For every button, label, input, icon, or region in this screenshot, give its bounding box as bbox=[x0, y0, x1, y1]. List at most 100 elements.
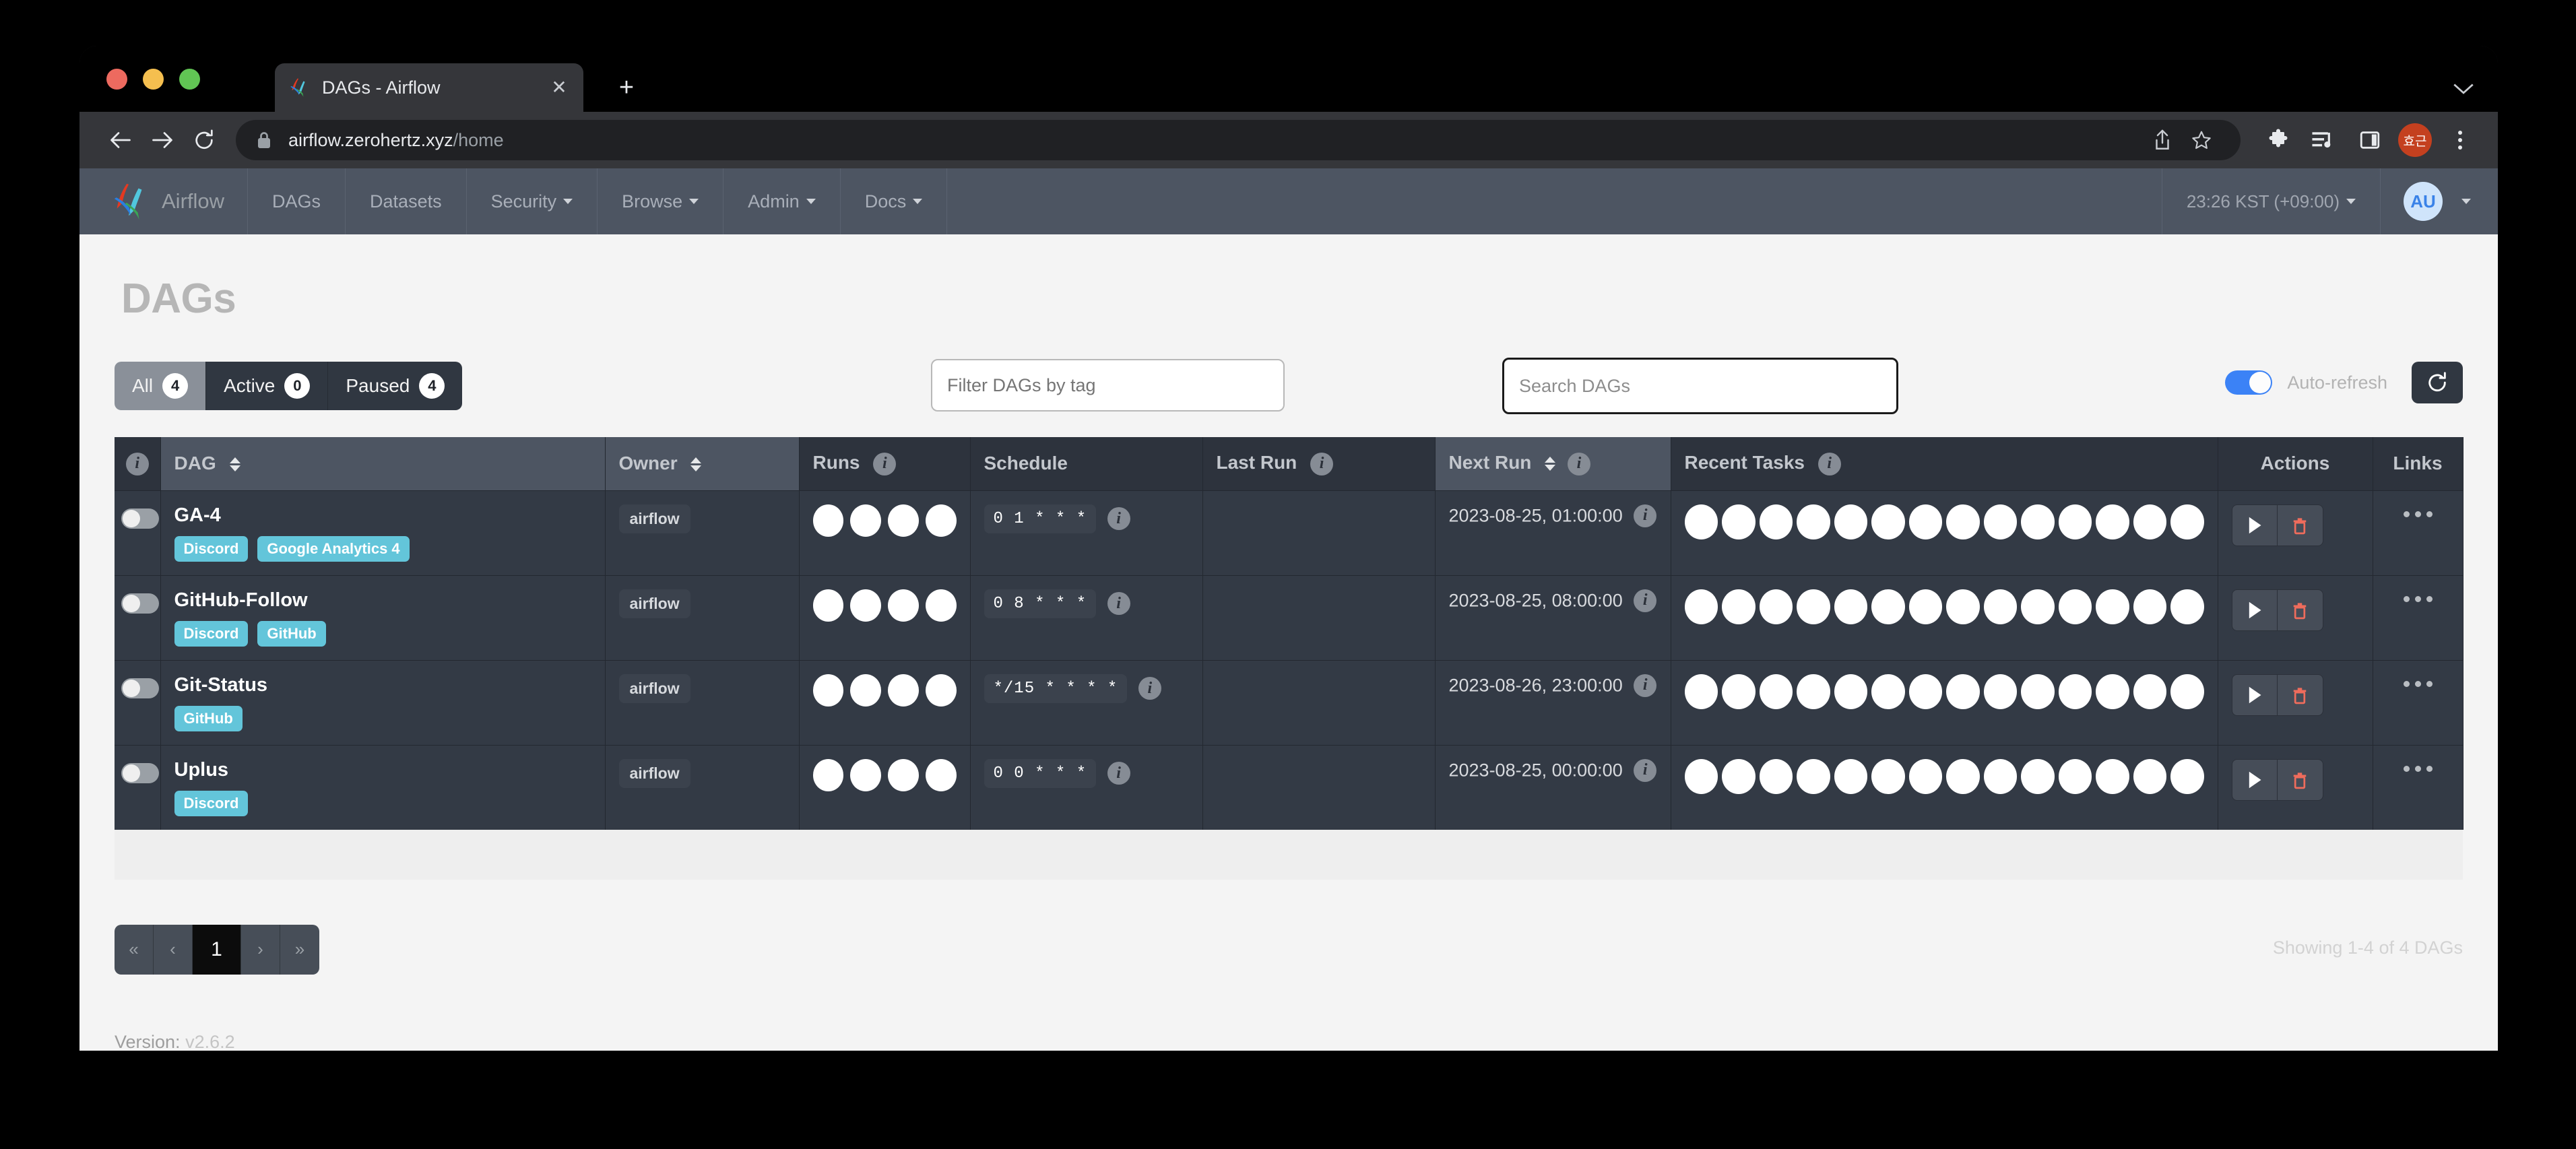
task-status-circle[interactable] bbox=[2058, 504, 2092, 539]
task-status-circle[interactable] bbox=[2096, 589, 2129, 624]
page-first-button[interactable]: « bbox=[115, 924, 154, 975]
page-next-button[interactable]: › bbox=[241, 924, 280, 975]
task-status-circle[interactable] bbox=[1871, 504, 1905, 539]
task-status-circle[interactable] bbox=[1684, 589, 1718, 624]
run-status-circle[interactable] bbox=[925, 758, 957, 791]
task-status-circle[interactable] bbox=[2021, 504, 2055, 539]
run-status-circle[interactable] bbox=[850, 674, 881, 707]
delete-dag-button[interactable] bbox=[2277, 674, 2323, 716]
dag-name-link[interactable]: GA-4 bbox=[174, 504, 591, 527]
task-status-circle[interactable] bbox=[1983, 589, 2017, 624]
side-panel-icon[interactable] bbox=[2352, 123, 2387, 158]
run-status-circle[interactable] bbox=[812, 758, 844, 791]
task-status-circle[interactable] bbox=[1797, 504, 1830, 539]
task-status-circle[interactable] bbox=[1684, 758, 1718, 794]
task-status-circle[interactable] bbox=[1983, 758, 2017, 794]
autorefresh-toggle[interactable] bbox=[2225, 370, 2273, 395]
run-status-circle[interactable] bbox=[888, 504, 919, 537]
minimize-window-button[interactable] bbox=[143, 69, 164, 90]
info-icon[interactable]: i bbox=[1107, 592, 1130, 616]
dag-tag[interactable]: Discord bbox=[174, 620, 249, 647]
filter-all-button[interactable]: All 4 bbox=[115, 362, 207, 410]
run-status-circle[interactable] bbox=[812, 674, 844, 707]
task-status-circle[interactable] bbox=[1946, 758, 1980, 794]
page-prev-button[interactable]: ‹ bbox=[154, 924, 193, 975]
info-icon[interactable]: i bbox=[1634, 674, 1657, 697]
trigger-dag-button[interactable] bbox=[2231, 758, 2278, 801]
forward-button[interactable] bbox=[141, 119, 183, 161]
dag-name-link[interactable]: Uplus bbox=[174, 759, 591, 781]
media-playlist-icon[interactable] bbox=[2307, 123, 2342, 158]
info-icon[interactable]: i bbox=[1138, 677, 1161, 700]
task-status-circle[interactable] bbox=[1871, 758, 1905, 794]
info-icon[interactable]: i bbox=[1634, 504, 1657, 527]
task-status-circle[interactable] bbox=[1983, 504, 2017, 539]
task-status-circle[interactable] bbox=[2170, 589, 2204, 624]
refresh-button[interactable] bbox=[2412, 362, 2463, 403]
trigger-dag-button[interactable] bbox=[2231, 589, 2278, 631]
task-status-circle[interactable] bbox=[1722, 758, 1756, 794]
nav-item-admin[interactable]: Admin bbox=[723, 168, 841, 234]
task-status-circle[interactable] bbox=[2133, 504, 2166, 539]
info-icon[interactable]: i bbox=[1567, 452, 1590, 475]
task-status-circle[interactable] bbox=[1908, 504, 1942, 539]
header-owner[interactable]: Owner bbox=[605, 437, 800, 491]
dag-name-link[interactable]: GitHub-Follow bbox=[174, 589, 591, 612]
task-status-circle[interactable] bbox=[1759, 674, 1793, 709]
page-current-button[interactable]: 1 bbox=[193, 924, 241, 975]
dag-pause-toggle[interactable] bbox=[121, 762, 159, 783]
task-status-circle[interactable] bbox=[1722, 674, 1756, 709]
nav-item-security[interactable]: Security bbox=[467, 168, 598, 234]
browser-profile-avatar[interactable]: 효근 bbox=[2398, 123, 2432, 157]
task-status-circle[interactable] bbox=[1871, 589, 1905, 624]
dag-pause-toggle[interactable] bbox=[121, 593, 159, 614]
new-tab-button[interactable]: + bbox=[612, 73, 641, 102]
back-button[interactable] bbox=[100, 119, 141, 161]
sort-icon[interactable] bbox=[1545, 457, 1556, 471]
run-status-circle[interactable] bbox=[888, 758, 919, 791]
run-status-circle[interactable] bbox=[812, 504, 844, 537]
info-icon[interactable]: i bbox=[1817, 452, 1841, 475]
nav-item-dags[interactable]: DAGs bbox=[248, 168, 346, 234]
extensions-puzzle-icon[interactable] bbox=[2261, 123, 2296, 158]
user-menu[interactable]: AU bbox=[2380, 168, 2498, 234]
nav-item-datasets[interactable]: Datasets bbox=[346, 168, 467, 234]
run-status-circle[interactable] bbox=[925, 504, 957, 537]
dag-tag[interactable]: GitHub bbox=[257, 620, 326, 647]
run-status-circle[interactable] bbox=[812, 589, 844, 622]
close-window-button[interactable] bbox=[106, 69, 127, 90]
task-status-circle[interactable] bbox=[1946, 674, 1980, 709]
browser-menu-button[interactable] bbox=[2443, 123, 2478, 158]
task-status-circle[interactable] bbox=[1946, 589, 1980, 624]
task-status-circle[interactable] bbox=[1908, 758, 1942, 794]
task-status-circle[interactable] bbox=[2133, 589, 2166, 624]
owner-badge[interactable]: airflow bbox=[618, 758, 690, 788]
run-status-circle[interactable] bbox=[925, 674, 957, 707]
reload-button[interactable] bbox=[183, 119, 225, 161]
task-status-circle[interactable] bbox=[1722, 589, 1756, 624]
task-status-circle[interactable] bbox=[1759, 589, 1793, 624]
task-status-circle[interactable] bbox=[1871, 674, 1905, 709]
info-icon[interactable]: i bbox=[125, 452, 149, 475]
close-icon[interactable]: ✕ bbox=[547, 75, 571, 100]
info-icon[interactable]: i bbox=[873, 452, 897, 475]
task-status-circle[interactable] bbox=[1797, 758, 1830, 794]
task-status-circle[interactable] bbox=[2096, 758, 2129, 794]
filter-paused-button[interactable]: Paused 4 bbox=[328, 362, 463, 410]
page-last-button[interactable]: » bbox=[280, 924, 319, 975]
address-bar[interactable]: airflow.zerohertz.xyz/home bbox=[236, 120, 2241, 160]
links-more-icon[interactable] bbox=[2387, 504, 2449, 517]
dag-name-link[interactable]: Git-Status bbox=[174, 674, 591, 696]
task-status-circle[interactable] bbox=[1797, 589, 1830, 624]
task-status-circle[interactable] bbox=[2133, 758, 2166, 794]
trigger-dag-button[interactable] bbox=[2231, 504, 2278, 546]
task-status-circle[interactable] bbox=[2096, 674, 2129, 709]
links-more-icon[interactable] bbox=[2387, 674, 2449, 687]
task-status-circle[interactable] bbox=[2170, 758, 2204, 794]
task-status-circle[interactable] bbox=[1908, 589, 1942, 624]
delete-dag-button[interactable] bbox=[2277, 758, 2323, 801]
task-status-circle[interactable] bbox=[1983, 674, 2017, 709]
task-status-circle[interactable] bbox=[1834, 504, 1867, 539]
task-status-circle[interactable] bbox=[2133, 674, 2166, 709]
task-status-circle[interactable] bbox=[1834, 674, 1867, 709]
